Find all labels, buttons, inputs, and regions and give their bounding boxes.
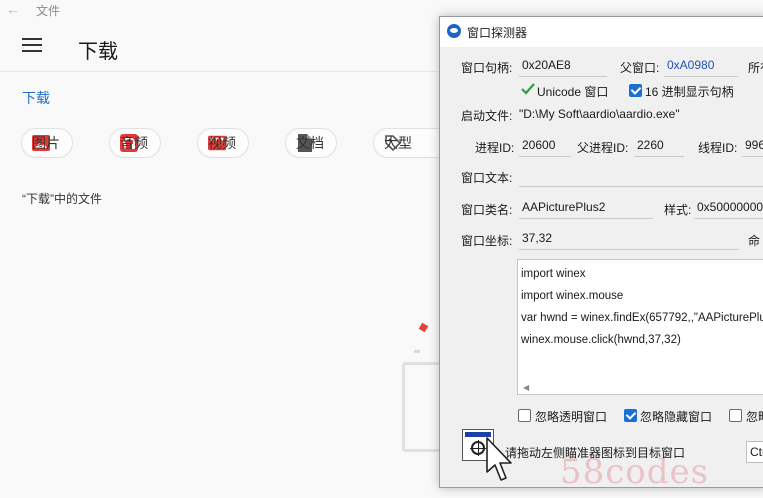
style-label: 样式: <box>664 203 692 217</box>
handle-label: 窗口句柄: <box>461 61 513 75</box>
parent-label: 父窗口: <box>620 61 660 75</box>
window-text-field[interactable] <box>519 165 763 187</box>
code-line: var hwnd = winex.findEx(657792,,"AAPictu… <box>521 312 763 324</box>
ignore-hidden-label: 忽略隐藏窗口 <box>640 410 713 424</box>
handle-field[interactable]: 0x20AE8 <box>519 55 607 77</box>
chip-label: 大型 <box>384 135 412 151</box>
pid-field[interactable]: 20600 <box>519 135 571 157</box>
category-chip-video[interactable]: 视频 <box>197 128 249 158</box>
coord-field[interactable]: 37,32 <box>519 228 739 250</box>
chip-label: 音频 <box>120 135 148 151</box>
inspector-title: 窗口探测器 <box>467 26 528 40</box>
unicode-label: Unicode 窗口 <box>537 85 609 99</box>
unicode-check-icon <box>521 82 535 100</box>
breadcrumb[interactable]: 下载 <box>22 88 50 108</box>
ignore-hidden-checkbox[interactable] <box>624 409 637 422</box>
mouse-cursor-icon <box>486 437 512 481</box>
ignore-third-checkbox[interactable] <box>729 409 742 422</box>
hex-display-checkbox[interactable] <box>629 84 642 97</box>
inspector-title-bar[interactable]: 窗口探测器 <box>440 17 763 47</box>
code-output-box[interactable]: import winex import winex.mouse var hwnd… <box>517 259 763 395</box>
page-title: 下载 <box>78 41 118 63</box>
class-name-field[interactable]: AAPicturePlus2 <box>519 197 653 219</box>
owner-label: 所有 <box>748 61 763 75</box>
window-inspector: 窗口探测器 窗口句柄: 0x20AE8 父窗口: 0xA0980 所有 Unic… <box>439 16 763 488</box>
parent-handle-field[interactable]: 0xA0980 <box>664 55 738 77</box>
empty-state-illustration <box>414 350 420 353</box>
tid-field[interactable]: 996 <box>742 135 763 157</box>
watermark: 58codes <box>560 452 710 492</box>
tid-label: 线程ID: <box>698 141 738 155</box>
pid-label: 进程ID: <box>475 141 515 155</box>
startup-file-value: "D:\My Soft\aardio\aardio.exe" <box>519 107 680 121</box>
code-line: import winex.mouse <box>521 290 624 302</box>
scroll-left-arrow-icon[interactable]: ◀ <box>523 383 529 392</box>
code-line: winex.mouse.click(hwnd,37,32) <box>521 334 681 346</box>
window-text-label: 窗口文本: <box>461 171 513 185</box>
category-chip-documents[interactable]: 文档 <box>285 128 337 158</box>
ignore-transparent-label: 忽略透明窗口 <box>535 410 608 424</box>
category-chip-audio[interactable]: 音频 <box>109 128 161 158</box>
ppid-label: 父进程ID: <box>577 141 629 155</box>
chip-label: 图片 <box>32 135 60 151</box>
class-name-label: 窗口类名: <box>461 203 513 217</box>
hamburger-menu-icon[interactable] <box>22 38 42 54</box>
command-label: 命 <box>748 234 761 248</box>
window-title: 文件 <box>36 4 61 18</box>
files-caption: “下载”中的文件 <box>22 192 102 206</box>
coord-label: 窗口坐标: <box>461 234 513 248</box>
back-arrow-icon[interactable]: ← <box>6 0 20 18</box>
startup-file-label: 启动文件: <box>461 109 513 123</box>
chip-label: 视频 <box>208 135 236 151</box>
chip-label: 文档 <box>296 135 324 151</box>
hex-display-label: 16 进制显示句柄 <box>645 85 734 99</box>
ignore-third-label: 忽略 <box>746 410 763 424</box>
code-line: import winex <box>521 268 586 280</box>
category-chip-images[interactable]: 图片 <box>21 128 73 158</box>
ppid-field[interactable]: 2260 <box>634 135 684 157</box>
app-logo-icon <box>447 24 461 38</box>
ignore-transparent-checkbox[interactable] <box>518 409 531 422</box>
empty-state-illustration <box>418 322 429 333</box>
modifier-key-field[interactable]: Ctrl <box>746 441 763 463</box>
style-field[interactable]: 0x50000000 <box>694 197 763 219</box>
